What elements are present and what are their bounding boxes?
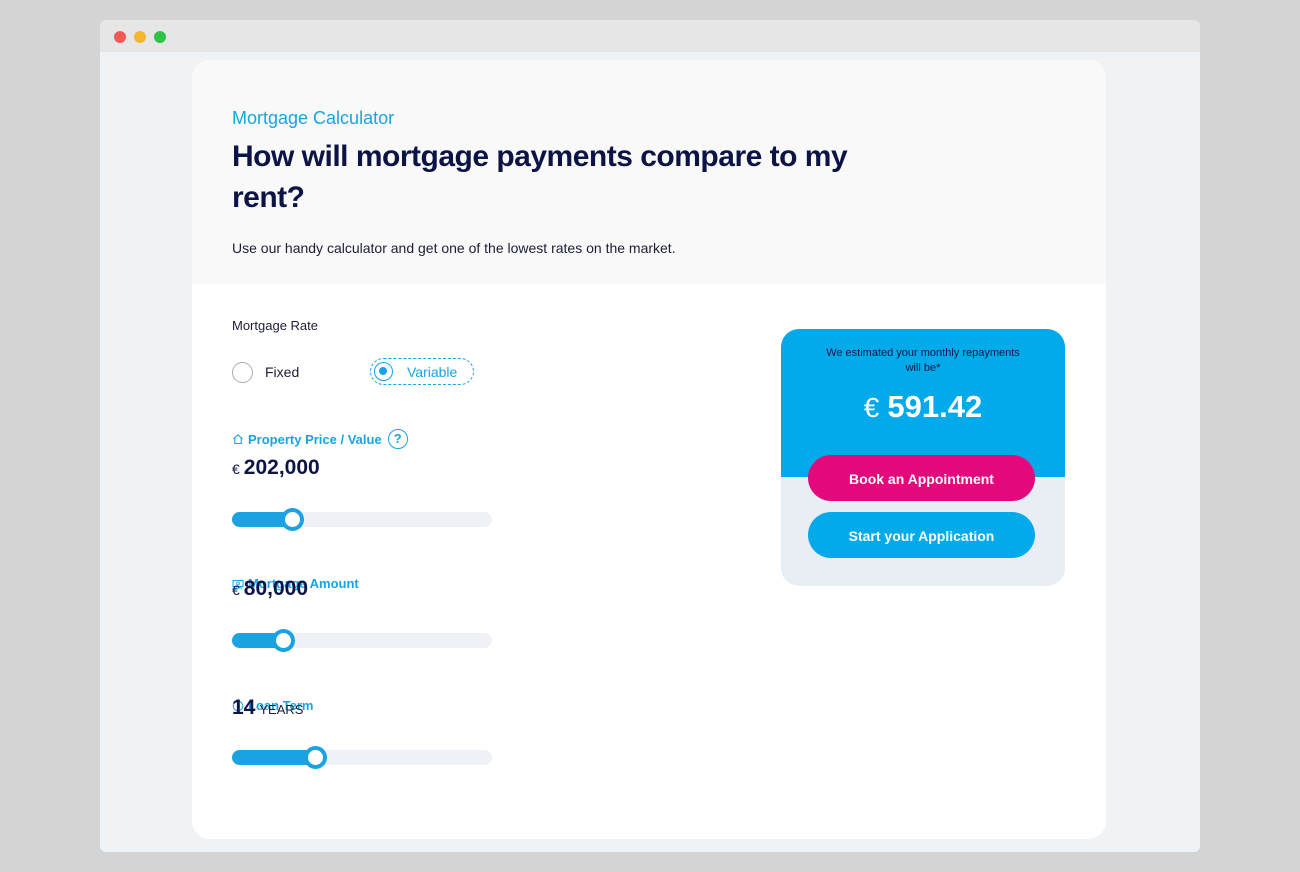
loan-term-value: 14 YEARS bbox=[232, 696, 303, 720]
mortgage-amount-value: €80,000 bbox=[232, 577, 308, 601]
close-window-button[interactable] bbox=[114, 31, 126, 43]
property-price-text: Property Price / Value bbox=[248, 431, 382, 447]
calculator-eyebrow: Mortgage Calculator bbox=[232, 108, 395, 128]
mortgage-amount-slider[interactable] bbox=[232, 629, 492, 652]
property-currency: € bbox=[232, 461, 240, 477]
mortgage-rate-label: Mortgage Rate bbox=[232, 318, 318, 333]
fixed-radio[interactable] bbox=[232, 361, 253, 383]
book-appointment-button[interactable]: Book an Appointment bbox=[808, 455, 1035, 501]
mortgage-amount: 80,000 bbox=[243, 577, 309, 600]
minimize-window-button[interactable] bbox=[134, 31, 146, 43]
slider-fill bbox=[232, 750, 316, 765]
result-caption: We estimated your monthly repayments wil… bbox=[826, 347, 1020, 374]
intro-text: Use our handy calculator and get one of … bbox=[232, 240, 676, 256]
help-icon[interactable]: ? bbox=[387, 429, 408, 449]
maximize-window-button[interactable] bbox=[154, 31, 166, 43]
variable-radio[interactable] bbox=[374, 362, 393, 381]
fixed-label: Fixed bbox=[265, 364, 300, 380]
start-application-button[interactable]: Start your Application bbox=[808, 512, 1035, 558]
variable-label: Variable bbox=[407, 363, 458, 380]
monthly-repayment: €591.42 bbox=[781, 389, 1065, 425]
result-amount: 591.42 bbox=[887, 389, 983, 424]
property-price-label: Property Price / Value ? bbox=[232, 429, 408, 449]
calculator-header: Mortgage Calculator How will mortgage pa… bbox=[192, 60, 1106, 284]
slider-handle[interactable] bbox=[280, 508, 304, 531]
mortgage-currency: € bbox=[232, 582, 240, 598]
window-titlebar bbox=[100, 20, 1200, 52]
house-icon bbox=[233, 434, 243, 445]
browser-window: Mortgage Calculator How will mortgage pa… bbox=[100, 20, 1200, 852]
loan-term-unit: YEARS bbox=[259, 702, 304, 717]
page-title: How will mortgage payments compare to my… bbox=[232, 140, 848, 214]
property-amount: 202,000 bbox=[243, 456, 320, 479]
result-currency: € bbox=[863, 392, 880, 423]
calculator-card: Mortgage Calculator How will mortgage pa… bbox=[192, 60, 1106, 839]
property-price-value: €202,000 bbox=[232, 456, 320, 480]
result-panel: We estimated your monthly repayments wil… bbox=[781, 329, 1065, 586]
slider-handle[interactable] bbox=[271, 629, 295, 652]
property-price-slider[interactable] bbox=[232, 508, 492, 531]
rate-option-fixed[interactable]: Fixed bbox=[232, 359, 299, 385]
loan-term-slider[interactable] bbox=[232, 746, 492, 769]
radio-selected-dot bbox=[379, 367, 387, 375]
slider-handle[interactable] bbox=[304, 746, 328, 769]
loan-term-years: 14 bbox=[232, 696, 256, 719]
rate-option-variable[interactable]: Variable bbox=[370, 358, 474, 385]
